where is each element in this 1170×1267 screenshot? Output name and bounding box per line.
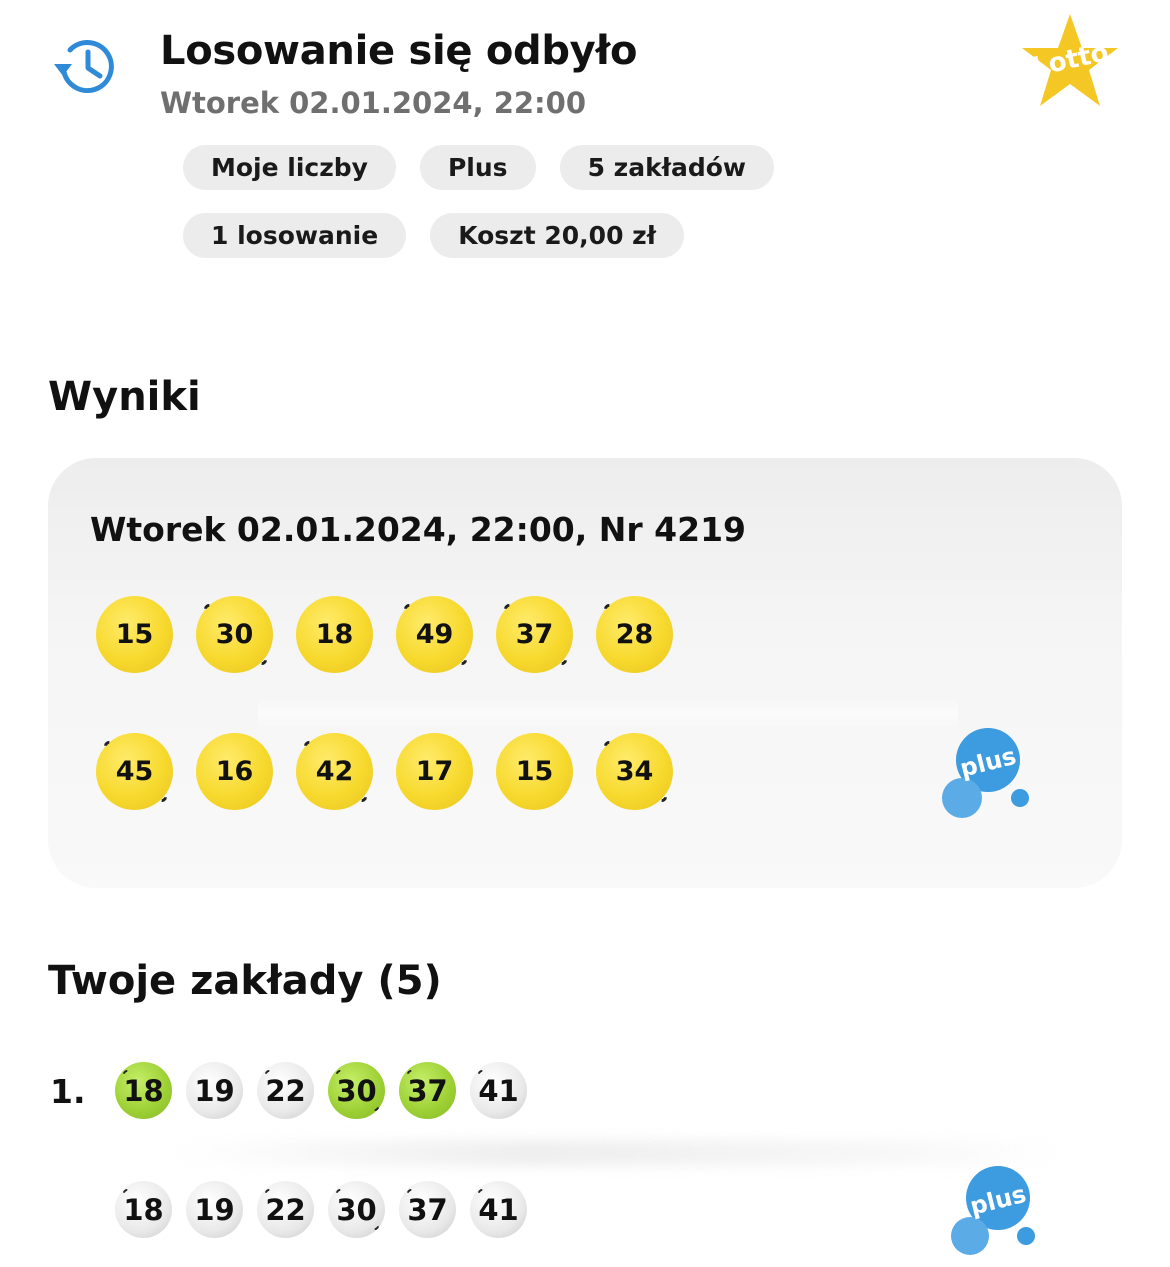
plus-ball: 15	[496, 733, 573, 810]
bet-numbers-row[interactable]: 18 19 22 30 37 41	[115, 1062, 527, 1119]
plus-logo: plus	[951, 1166, 1035, 1255]
draw-datetime: Wtorek 02.01.2024, 22:00	[160, 86, 587, 120]
bet-ball-hit: 37	[399, 1062, 456, 1119]
history-icon[interactable]	[52, 36, 118, 96]
bet-plus-ball: 37	[399, 1181, 456, 1238]
bet-plus-ball: 18	[115, 1181, 172, 1238]
bet-plus-numbers-row[interactable]: 18 19 22 30 37 41	[115, 1181, 527, 1238]
row-divider	[170, 1140, 1070, 1166]
bet-info-chips: Moje liczby Plus 5 zakładów 1 losowanie …	[183, 145, 823, 281]
page-title: Losowanie się odbyło	[160, 28, 638, 74]
results-card: Wtorek 02.01.2024, 22:00, Nr 4219 15 30 …	[48, 458, 1122, 888]
plus-logo: plus	[942, 728, 1029, 818]
lotto-ball: 18	[296, 596, 373, 673]
row-divider	[258, 698, 958, 728]
draw-header: Losowanie się odbyło Wtorek 02.01.2024, …	[0, 0, 1170, 290]
bet-plus-ball: 19	[186, 1181, 243, 1238]
lotto-logo: Lotto	[1022, 14, 1118, 106]
chip-draws-count[interactable]: 1 losowanie	[183, 213, 407, 258]
plus-ball: 34	[596, 733, 673, 810]
bets-section-title: Twoje zakłady (5)	[48, 958, 442, 1004]
plus-ball: 17	[396, 733, 473, 810]
bet-plus-ball: 22	[257, 1181, 314, 1238]
results-section-title: Wyniki	[48, 374, 201, 420]
lotto-ball: 28	[596, 596, 673, 673]
lotto-numbers-row: 15 30 18 49 37 28	[96, 596, 673, 673]
chip-cost[interactable]: Koszt 20,00 zł	[430, 213, 684, 258]
lotto-ball: 37	[496, 596, 573, 673]
draw-label: Wtorek 02.01.2024, 22:00, Nr 4219	[90, 510, 747, 549]
bet-index: 1.	[50, 1072, 86, 1111]
lotto-ball: 15	[96, 596, 173, 673]
chip-plus[interactable]: Plus	[419, 145, 536, 190]
bet-ball: 22	[257, 1062, 314, 1119]
plus-ball: 16	[196, 733, 273, 810]
lotto-ball: 30	[196, 596, 273, 673]
plus-ball: 45	[96, 733, 173, 810]
plus-ball: 42	[296, 733, 373, 810]
bet-plus-ball: 41	[470, 1181, 527, 1238]
plus-numbers-row: 45 16 42 17 15 34	[96, 733, 673, 810]
lotto-ball: 49	[396, 596, 473, 673]
bet-ball-hit: 30	[328, 1062, 385, 1119]
chip-bets-count[interactable]: 5 zakładów	[559, 145, 775, 190]
bet-ball-hit: 18	[115, 1062, 172, 1119]
bet-ball: 41	[470, 1062, 527, 1119]
bet-ball: 19	[186, 1062, 243, 1119]
chip-my-numbers[interactable]: Moje liczby	[183, 145, 396, 190]
bet-plus-ball: 30	[328, 1181, 385, 1238]
